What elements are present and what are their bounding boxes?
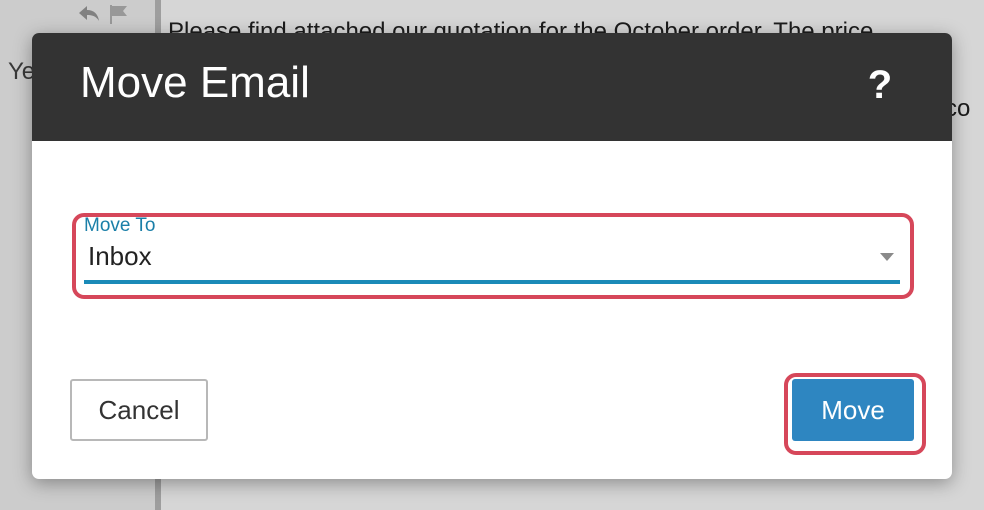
move-to-label: Move To	[84, 215, 156, 236]
help-icon[interactable]: ?	[862, 63, 898, 107]
move-button[interactable]: Move	[792, 379, 914, 441]
dialog-title: Move Email	[80, 58, 310, 107]
move-email-dialog: Move Email ? Move To Inbox Cancel Move	[32, 33, 952, 479]
cancel-button[interactable]: Cancel	[70, 379, 208, 441]
move-to-select[interactable]: Move To Inbox	[84, 215, 900, 284]
move-to-value: Inbox	[88, 241, 152, 271]
chevron-down-icon	[880, 253, 894, 261]
dialog-header: Move Email ?	[32, 33, 952, 141]
field-underline	[84, 280, 900, 284]
